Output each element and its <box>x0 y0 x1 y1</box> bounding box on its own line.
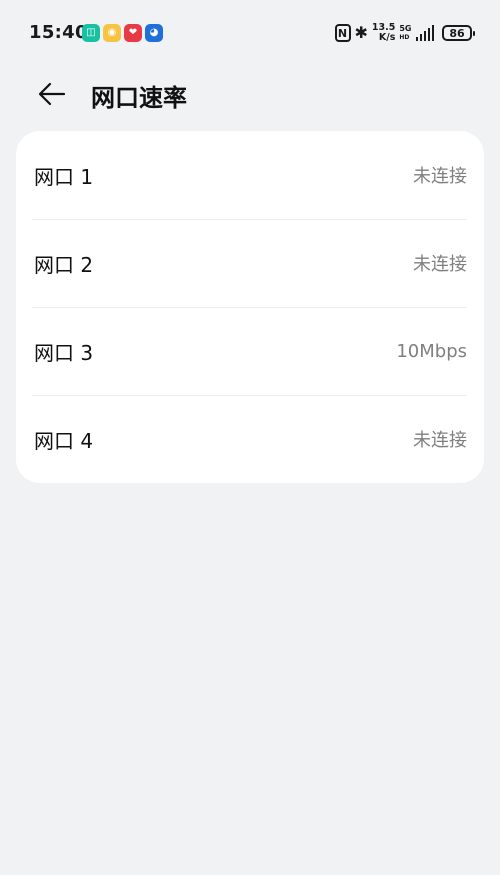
status-bar: 15:40 ◫ ◉ ❤ ◕ N ✱ 13.5 K/s 5G HD 86 <box>0 0 500 68</box>
page-header: 网口速率 <box>0 68 500 124</box>
bluetooth-icon: ✱ <box>354 23 368 42</box>
back-arrow-icon <box>38 82 66 106</box>
port-speed-value: 未连接 <box>413 166 467 187</box>
notification-icons: ◫ ◉ ❤ ◕ <box>82 24 163 42</box>
port-row-1[interactable]: 网口 1 未连接 <box>16 131 484 219</box>
back-button[interactable] <box>32 74 72 114</box>
network-type-label: 5G <box>399 24 412 33</box>
network-sub-label: HD <box>399 34 410 41</box>
page-title: 网口速率 <box>91 84 187 112</box>
port-list-card: 网口 1 未连接 网口 2 未连接 网口 3 10Mbps 网口 4 未连接 <box>16 131 484 483</box>
status-time: 15:40 <box>29 22 88 43</box>
port-speed-value: 10Mbps <box>396 340 467 362</box>
port-label: 网口 1 <box>34 164 94 189</box>
port-row-3[interactable]: 网口 3 10Mbps <box>16 307 484 395</box>
port-speed-value: 未连接 <box>413 254 467 275</box>
battery-level: 86 <box>449 26 465 40</box>
port-label: 网口 2 <box>34 252 94 277</box>
nfc-icon: N <box>334 24 351 42</box>
heart-app-icon: ❤ <box>124 24 142 42</box>
port-label: 网口 3 <box>34 340 94 365</box>
signal-icon <box>415 25 434 41</box>
robot-app-icon: ◕ <box>145 24 163 42</box>
network-speed: 13.5 K/s <box>372 23 395 43</box>
battery-icon: 86 <box>442 25 475 41</box>
port-row-4[interactable]: 网口 4 未连接 <box>16 395 484 483</box>
port-speed-value: 未连接 <box>413 430 467 451</box>
port-label: 网口 4 <box>34 428 94 453</box>
status-indicators: N ✱ 13.5 K/s 5G HD 86 <box>334 23 475 43</box>
network-speed-unit: K/s <box>378 32 396 43</box>
mi-home-icon: ◫ <box>82 24 100 42</box>
port-row-2[interactable]: 网口 2 未连接 <box>16 219 484 307</box>
network-type: 5G HD <box>399 24 411 42</box>
weibo-icon: ◉ <box>103 24 121 42</box>
